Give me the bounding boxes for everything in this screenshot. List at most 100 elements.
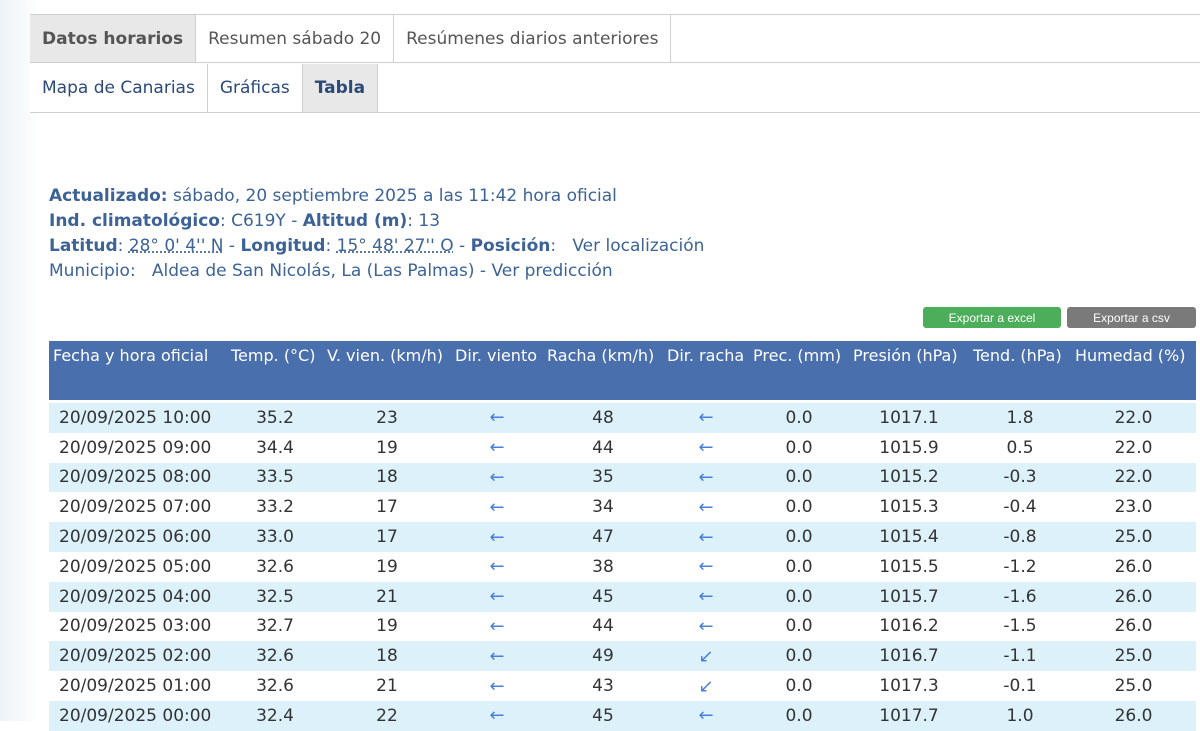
table-cell: 20/09/2025 00:00 (49, 700, 227, 731)
col-header-dir-racha[interactable]: Dir. racha (663, 341, 749, 400)
municipio-line: Municipio: Aldea de San Nicolás, La (Las… (49, 261, 613, 281)
table-cell: 1017.1 (849, 403, 969, 433)
table-cell: 26.0 (1071, 611, 1196, 642)
table-cell: 1015.9 (849, 432, 969, 463)
coordinates-line: Latitud: 28° 0' 4'' N - Longitud: 15° 48… (49, 236, 705, 256)
table-cell: 1017.7 (849, 700, 969, 731)
table-cell: 32.6 (227, 671, 323, 701)
table-cell: -1.5 (969, 611, 1071, 642)
ver-localizacion-link[interactable]: Ver localización (572, 236, 704, 256)
table-cell: 20/09/2025 07:00 (49, 492, 227, 523)
table-cell: 0.0 (749, 671, 849, 701)
gust-direction-cell: ← (663, 581, 749, 612)
wind-direction-cell: ← (451, 432, 543, 463)
table-cell: 0.0 (749, 551, 849, 582)
table-cell: 20/09/2025 01:00 (49, 671, 227, 701)
lat-value: 28° 0' 4'' N (128, 236, 224, 256)
table-header-row: Fecha y hora oficial Temp. (°C) V. vien.… (49, 341, 1196, 400)
wind-arrow-icon: ↙ (698, 675, 714, 697)
wind-arrow-icon: ← (698, 586, 714, 608)
table-cell: 0.0 (749, 403, 849, 433)
wind-arrow-icon: ← (489, 586, 505, 608)
gust-direction-cell: ← (663, 551, 749, 582)
export-csv-button[interactable]: Exportar a csv (1067, 307, 1196, 328)
table-cell: 0.0 (749, 611, 849, 642)
col-header-presion[interactable]: Presión (hPa) (849, 341, 969, 400)
wind-arrow-icon: ← (698, 526, 714, 548)
table-cell: 23.0 (1071, 492, 1196, 523)
table-row: 20/09/2025 09:00 34.4 19 ← 44 ← 0.0 1015.9 0.5 22… (49, 432, 1196, 463)
table-row: 20/09/2025 05:00 32.6 19 ← 38 ← 0.0 1015.5 -1.2 2… (49, 551, 1196, 582)
wind-arrow-icon: ← (489, 645, 505, 667)
gust-direction-cell: ← (663, 403, 749, 433)
wind-direction-cell: ← (451, 700, 543, 731)
col-header-prec[interactable]: Prec. (mm) (749, 341, 849, 400)
table-cell: 21 (323, 671, 451, 701)
table-cell: 18 (323, 462, 451, 493)
indicator-line: Ind. climatológico: C619Y - Altitud (m):… (49, 211, 441, 231)
table-cell: 23 (323, 403, 451, 433)
tab-datos-horarios[interactable]: Datos horarios (30, 15, 197, 62)
col-header-fecha[interactable]: Fecha y hora oficial (49, 341, 227, 400)
tab-tabla[interactable]: Tabla (302, 64, 379, 112)
table-cell: 35 (543, 462, 663, 493)
table-cell: 20/09/2025 05:00 (49, 551, 227, 582)
table-cell: 0.0 (749, 432, 849, 463)
col-header-tend[interactable]: Tend. (hPa) (969, 341, 1071, 400)
table-cell: 0.0 (749, 492, 849, 523)
table-cell: 20/09/2025 10:00 (49, 403, 227, 433)
wind-direction-cell: ← (451, 551, 543, 582)
wind-direction-cell: ← (451, 581, 543, 612)
table-cell: 22 (323, 700, 451, 731)
table-cell: 34 (543, 492, 663, 523)
table-row: 20/09/2025 01:00 32.6 21 ← 43 ↙ 0.0 1017.3 -0.1 2… (49, 671, 1196, 701)
tab-resumen-sabado[interactable]: Resumen sábado 20 (196, 15, 395, 62)
table-cell: 20/09/2025 08:00 (49, 462, 227, 493)
gust-direction-cell: ← (663, 522, 749, 552)
col-header-humedad[interactable]: Humedad (%) (1071, 341, 1196, 400)
col-header-dir-viento[interactable]: Dir. viento (451, 341, 543, 400)
tab-mapa-canarias[interactable]: Mapa de Canarias (30, 64, 208, 112)
ind-value: C619Y (231, 211, 286, 231)
table-cell: 22.0 (1071, 462, 1196, 493)
wind-direction-cell: ← (451, 403, 543, 433)
table-cell: 35.2 (227, 403, 323, 433)
pos-label: Posición (470, 236, 551, 256)
mun-value: Aldea de San Nicolás, La (Las Palmas) (151, 261, 475, 281)
table-cell: 21 (323, 581, 451, 612)
gust-direction-cell: ← (663, 492, 749, 523)
export-excel-button[interactable]: Exportar a excel (923, 307, 1061, 328)
table-cell: 19 (323, 551, 451, 582)
table-cell: -1.1 (969, 641, 1071, 672)
ver-prediccion-link[interactable]: Ver predicción (491, 261, 612, 281)
table-cell: -0.1 (969, 671, 1071, 701)
table-cell: 1.8 (969, 403, 1071, 433)
updated-value: sábado, 20 septiembre 2025 a las 11:42 h… (173, 186, 617, 206)
wind-arrow-icon: ← (489, 496, 505, 518)
gust-direction-cell: ← (663, 462, 749, 493)
mun-label: Municipio (49, 261, 130, 281)
wind-arrow-icon: ← (489, 556, 505, 578)
wind-direction-cell: ← (451, 492, 543, 523)
table-cell: 38 (543, 551, 663, 582)
table-cell: 18 (323, 641, 451, 672)
table-cell: 20/09/2025 09:00 (49, 432, 227, 463)
table-cell: 20/09/2025 03:00 (49, 611, 227, 642)
table-cell: 33.2 (227, 492, 323, 523)
table-cell: 26.0 (1071, 581, 1196, 612)
col-header-viento[interactable]: V. vien. (km/h) (323, 341, 451, 400)
table-cell: 48 (543, 403, 663, 433)
col-header-temp[interactable]: Temp. (°C) (227, 341, 323, 400)
tab-graficas[interactable]: Gráficas (208, 64, 303, 112)
table-cell: 17 (323, 522, 451, 552)
table-cell: 1015.4 (849, 522, 969, 552)
wind-arrow-icon: ← (698, 556, 714, 578)
table-cell: 26.0 (1071, 551, 1196, 582)
wind-arrow-icon: ← (489, 407, 505, 429)
col-header-racha[interactable]: Racha (km/h) (543, 341, 663, 400)
tab-resumenes-anteriores[interactable]: Resúmenes diarios anteriores (394, 15, 672, 62)
table-cell: 22.0 (1071, 432, 1196, 463)
wind-arrow-icon: ← (698, 466, 714, 488)
table-cell: 26.0 (1071, 700, 1196, 731)
lat-label: Latitud (49, 236, 118, 256)
